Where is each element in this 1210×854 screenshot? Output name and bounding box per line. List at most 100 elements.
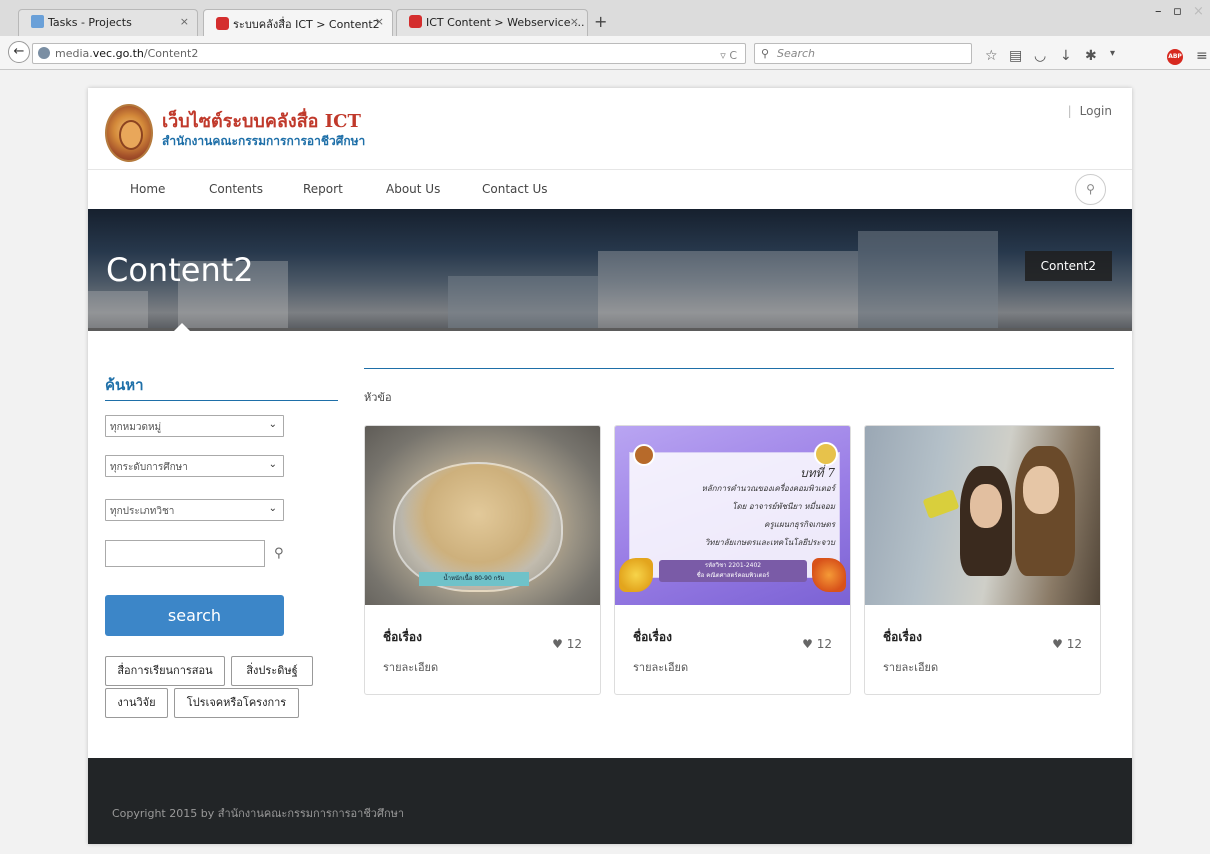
website: เว็บไซต์ระบบคลังสื่อ ICT สำนักงานคณะกรรม… [88,88,1132,844]
url-bar[interactable]: media.vec.go.th/Content2 ▿ C [32,43,746,64]
person-face [970,484,1002,528]
banner-divider [88,328,1132,331]
tab-title: ICT Content > Webservice ... [426,16,585,29]
search-icon[interactable]: ⚲ [274,546,284,561]
menu-item-report[interactable]: Report [303,182,343,196]
card-likes[interactable]: ♥ 12 [802,637,832,651]
adblock-icon[interactable]: ABP [1167,49,1183,65]
dropdown-arrow-icon[interactable]: ▿ [720,49,726,62]
banner-building [858,231,998,331]
like-count: 12 [566,637,582,651]
keyword-input[interactable] [105,540,265,567]
search-heading: ค้นหา [105,376,144,394]
content-card[interactable]: บทที่ 7 หลักการคำนวณของเครื่องคอมพิวเตอร… [614,425,851,695]
tag-research[interactable]: งานวิจัย [105,688,168,718]
card-description: รายละเอียด [633,661,689,674]
card-likes[interactable]: ♥ 12 [552,637,582,651]
like-count: 12 [816,637,832,651]
slide-subject-code: รหัสวิชา 2201-2402 [704,562,762,569]
subject-type-select[interactable]: ทุกประเภทวิชา ⌄ [105,499,284,521]
slide-line: วิทยาลัยเกษตรและเทคโนโลยีประจวบ [704,538,835,547]
like-count: 12 [1066,637,1082,651]
person-face [1023,466,1059,514]
content-card[interactable]: น้ำหนักเนื้อ 80-90 กรัม ชื่อเรื่อง ♥ 12 … [364,425,601,695]
card-thumbnail[interactable]: น้ำหนักเนื้อ 80-90 กรัม [365,426,600,605]
royal-emblem [814,442,838,466]
url-prefix: media. [55,47,93,60]
close-tab-icon[interactable]: × [570,15,579,28]
reload-icon[interactable]: C [729,49,737,62]
education-level-select-value: ทุกระดับการศึกษา [110,462,188,473]
copyright-text: Copyright 2015 by สำนักงานคณะกรรมการการอ… [112,807,405,820]
vec-logo[interactable] [105,104,153,162]
breadcrumb[interactable]: Content2 [1024,251,1112,281]
slide-line: โดย อาจารย์พัชนียา หมื่นจอม [732,502,835,511]
banner-building [448,276,598,331]
main-menu: Home Contents Report About Us Contact Us… [88,170,1132,209]
close-tab-icon[interactable]: × [375,15,384,28]
banner-building [88,291,148,331]
site-header: เว็บไซต์ระบบคลังสื่อ ICT สำนักงานคณะกรรม… [88,88,1132,170]
slide-text: บทที่ 7 หลักการคำนวณของเครื่องคอมพิวเตอร… [655,466,835,552]
site-title[interactable]: เว็บไซต์ระบบคลังสื่อ ICT [162,106,361,135]
browser-tabbar: Tasks - Projects × ระบบคลังสื่อ ICT > Con… [0,0,1210,36]
card-title[interactable]: ชื่อเรื่อง [883,628,922,647]
browser-tab-content2[interactable]: ระบบคลังสื่อ ICT > Content2 × [203,9,393,36]
site-search-icon[interactable]: ⚲ [1075,174,1106,205]
site-favicon-icon [409,15,422,28]
browser-navbar: ← media.vec.go.th/Content2 ▿ C ⚲ Search ☆… [0,36,1210,70]
card-thumbnail[interactable] [865,426,1100,605]
content-divider [364,368,1114,369]
close-tab-icon[interactable]: × [180,15,189,28]
tag-inventions[interactable]: สิ่งประดิษฐ์ [231,656,313,686]
pocket-icon[interactable]: ◡ [1034,48,1046,64]
overflow-chevron-icon[interactable]: ▾ [1110,48,1115,59]
menu-item-about-us[interactable]: About Us [386,182,440,196]
card-description: รายละเอียด [383,661,439,674]
card-description: รายละเอียด [883,661,939,674]
tag-projects[interactable]: โปรเจคหรือโครงการ [174,688,299,718]
new-tab-icon[interactable]: + [594,12,607,31]
hamburger-menu-icon[interactable]: ≡ [1196,48,1208,64]
butterfly-image [619,558,653,592]
slide-line: หลักการคำนวณของเครื่องคอมพิวเตอร์ [701,484,835,493]
menu-item-contents[interactable]: Contents [209,182,263,196]
card-title[interactable]: ชื่อเรื่อง [633,628,672,647]
category-select[interactable]: ทุกหมวดหมู่ ⌄ [105,415,284,437]
browser-tab-tasks[interactable]: Tasks - Projects × [18,9,198,36]
heart-icon: ♥ [552,637,563,651]
back-arrow-icon[interactable]: ← [8,41,30,63]
search-icon: ⚲ [761,47,770,60]
card-likes[interactable]: ♥ 12 [1052,637,1082,651]
tab-title: ระบบคลังสื่อ ICT > Content2 [233,18,380,31]
minimize-icon[interactable]: – [1155,4,1162,19]
menu-item-contact-us[interactable]: Contact Us [482,182,548,196]
browser-search-input[interactable]: ⚲ Search [754,43,972,64]
college-emblem [633,444,655,466]
heart-icon: ♥ [1052,637,1063,651]
chevron-down-icon: ⌄ [268,503,277,514]
education-level-select[interactable]: ทุกระดับการศึกษา ⌄ [105,455,284,477]
menu-item-home[interactable]: Home [130,182,165,196]
close-window-icon[interactable]: × [1193,4,1204,19]
phone-image [922,489,960,519]
restore-icon[interactable]: ▫ [1173,4,1182,19]
extension-icon[interactable]: ✱ [1085,48,1097,64]
reading-list-icon[interactable]: ▤ [1009,48,1022,64]
search-button[interactable]: search [105,595,284,636]
chevron-down-icon: ⌄ [268,459,277,470]
hero-banner: Content2 Content2 [88,209,1132,331]
category-select-value: ทุกหมวดหมู่ [110,422,162,433]
search-placeholder: Search [777,47,816,60]
banner-building [598,251,858,331]
content-card[interactable]: ชื่อเรื่อง ♥ 12 รายละเอียด [864,425,1101,695]
download-icon[interactable]: ↓ [1060,48,1072,64]
card-thumbnail[interactable]: บทที่ 7 หลักการคำนวณของเครื่องคอมพิวเตอร… [615,426,850,605]
browser-tab-webservice[interactable]: ICT Content > Webservice ... × [396,9,588,36]
site-subtitle: สำนักงานคณะกรรมการการอาชีวศึกษา [162,134,366,148]
login-link[interactable]: Login [1068,104,1112,118]
tag-teaching-media[interactable]: สื่อการเรียนการสอน [105,656,225,686]
site-footer: Copyright 2015 by สำนักงานคณะกรรมการการอ… [88,758,1132,844]
card-title[interactable]: ชื่อเรื่อง [383,628,422,647]
bookmark-star-icon[interactable]: ☆ [985,48,998,64]
